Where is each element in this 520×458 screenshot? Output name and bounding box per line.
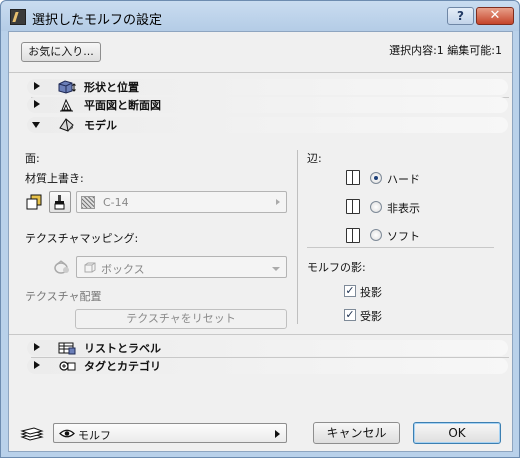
section-tag-category[interactable]: タグとカテゴリ bbox=[9, 357, 512, 375]
selection-info: 選択内容:1 編集可能:1 bbox=[389, 44, 502, 57]
material-override-label: 材質上書き: bbox=[25, 172, 84, 185]
section-label: リストとラベル bbox=[84, 342, 161, 355]
eye-icon bbox=[59, 429, 75, 438]
cast-shadow-label[interactable]: 投影 bbox=[360, 284, 382, 300]
material-select[interactable]: C-14 bbox=[76, 191, 287, 213]
material-value: C-14 bbox=[103, 196, 129, 209]
section-label: 平面図と断面図 bbox=[84, 99, 161, 112]
model-shading-icon bbox=[59, 118, 74, 132]
section-shape-position[interactable]: 形状と位置 bbox=[9, 78, 512, 96]
dialog-window: 選択したモルフの設定 ? ✕ お気に入り... 選択内容:1 編集可能:1 形状… bbox=[0, 0, 520, 458]
archicad-app-icon bbox=[10, 9, 26, 25]
soft-edge-icon bbox=[346, 228, 360, 243]
reset-texture-button[interactable]: テクスチャをリセット bbox=[75, 309, 287, 329]
dropdown-arrow-icon bbox=[272, 267, 280, 271]
surface-override-icon[interactable] bbox=[25, 193, 43, 211]
ok-button[interactable]: OK bbox=[413, 422, 501, 444]
receive-shadow-checkbox[interactable]: ✓ bbox=[344, 309, 356, 321]
section-label: タグとカテゴリ bbox=[84, 360, 161, 373]
texture-mapping-icon bbox=[54, 260, 69, 274]
expand-arrow-icon[interactable] bbox=[34, 82, 40, 90]
face-label: 面: bbox=[25, 152, 40, 165]
dialog-title: 選択したモルフの設定 bbox=[32, 13, 163, 28]
edge-hard-radio[interactable] bbox=[370, 172, 382, 184]
hard-edge-icon bbox=[346, 170, 360, 185]
edge-hard-label[interactable]: ハード bbox=[387, 171, 420, 187]
expand-arrow-icon[interactable] bbox=[34, 361, 40, 369]
edge-hidden-radio[interactable] bbox=[370, 201, 382, 213]
edge-label: 辺: bbox=[307, 152, 322, 165]
favorites-button[interactable]: お気に入り... bbox=[21, 42, 101, 62]
divider bbox=[307, 247, 494, 248]
cast-shadow-checkbox[interactable]: ✓ bbox=[344, 285, 356, 297]
close-button[interactable]: ✕ bbox=[476, 7, 514, 25]
layer-select[interactable]: モルフ bbox=[53, 423, 287, 443]
section-model[interactable]: モデル bbox=[9, 116, 512, 134]
texture-mapping-value: ボックス bbox=[101, 263, 145, 276]
dialog-content: お気に入り... 選択内容:1 編集可能:1 形状と位置 平面図と断面図 モデル… bbox=[8, 31, 513, 452]
paint-brush-button[interactable] bbox=[49, 191, 71, 213]
box-dimension-icon bbox=[58, 80, 76, 94]
layer-icon bbox=[20, 427, 44, 441]
edge-hidden-label[interactable]: 非表示 bbox=[387, 200, 420, 216]
shadow-label: モルフの影: bbox=[307, 261, 366, 274]
section-list-label[interactable]: リストとラベル bbox=[9, 339, 512, 357]
section-plan-section[interactable]: 平面図と断面図 bbox=[9, 96, 512, 114]
material-swatch bbox=[81, 196, 95, 209]
tag-category-icon bbox=[59, 361, 76, 371]
divider bbox=[9, 72, 512, 73]
edge-soft-label[interactable]: ソフト bbox=[387, 228, 420, 244]
submenu-arrow-icon bbox=[275, 430, 280, 438]
hidden-edge-icon bbox=[346, 199, 360, 214]
edge-soft-radio[interactable] bbox=[370, 229, 382, 241]
cancel-button[interactable]: キャンセル bbox=[313, 422, 400, 444]
brush-icon bbox=[54, 195, 65, 210]
collapse-arrow-icon[interactable] bbox=[32, 122, 40, 128]
expand-arrow-icon[interactable] bbox=[34, 100, 40, 108]
receive-shadow-label[interactable]: 受影 bbox=[360, 308, 382, 324]
layer-value: モルフ bbox=[78, 429, 111, 442]
list-label-icon bbox=[58, 342, 76, 355]
submenu-arrow-icon bbox=[276, 199, 280, 205]
section-label: 形状と位置 bbox=[84, 81, 139, 94]
texture-mapping-label: テクスチャマッピング: bbox=[25, 232, 139, 245]
section-label: モデル bbox=[84, 119, 117, 132]
divider bbox=[9, 334, 512, 335]
box-mapping-icon bbox=[84, 262, 96, 273]
expand-arrow-icon[interactable] bbox=[34, 343, 40, 351]
plan-section-icon bbox=[60, 98, 73, 112]
help-button[interactable]: ? bbox=[447, 7, 474, 25]
column-divider bbox=[297, 150, 298, 324]
title-bar[interactable]: 選択したモルフの設定 ? ✕ bbox=[1, 1, 519, 31]
texture-mapping-select[interactable]: ボックス bbox=[76, 256, 287, 278]
texture-placement-label: テクスチャ配置 bbox=[25, 290, 102, 303]
